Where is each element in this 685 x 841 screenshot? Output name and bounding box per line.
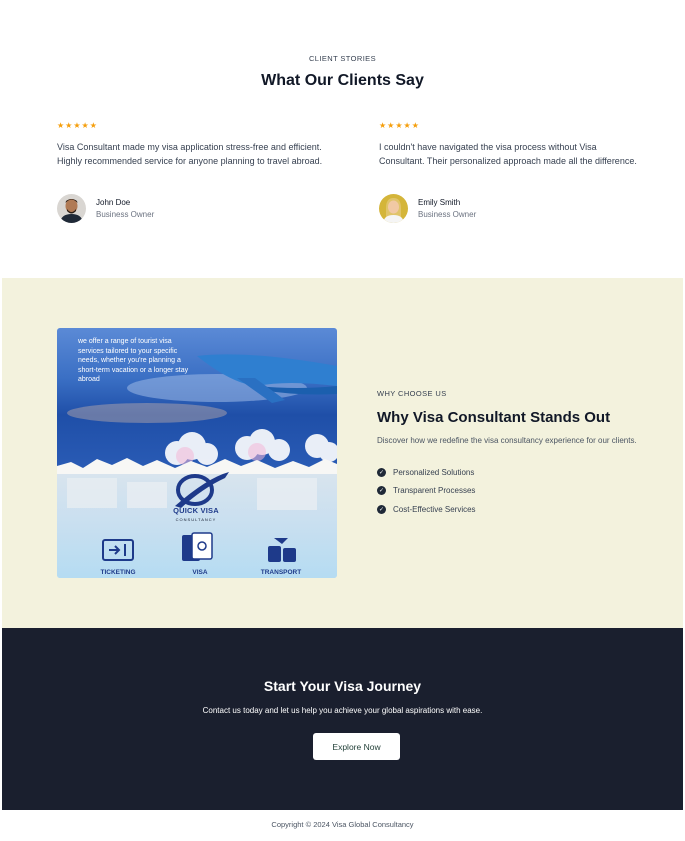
footer-copyright: Copyright © 2024 Visa Global Consultancy	[271, 820, 414, 829]
feature-item: ✓ Cost-Effective Services	[377, 500, 476, 519]
feature-list: ✓ Personalized Solutions ✓ Transparent P…	[377, 463, 476, 519]
promo-text: we offer a range of tourist visa service…	[78, 338, 189, 383]
why-description: Discover how we redefine the visa consul…	[377, 436, 637, 445]
feature-item: ✓ Personalized Solutions	[377, 463, 476, 482]
author-name: Emily Smith	[418, 197, 461, 207]
service-label-visa: VISA	[192, 569, 208, 576]
star-rating: ★★★★★	[379, 121, 420, 130]
cta-description: Contact us today and let us help you ach…	[202, 706, 483, 715]
why-eyebrow: WHY CHOOSE US	[377, 389, 447, 398]
testimonial-card: ★★★★★ Visa Consultant made my visa appli…	[57, 120, 337, 223]
testimonial-quote: I couldn't have navigated the visa proce…	[379, 142, 637, 166]
why-title: Why Visa Consultant Stands Out	[377, 409, 611, 426]
feature-label: Cost-Effective Services	[393, 504, 476, 514]
cta-title: Start Your Visa Journey	[263, 678, 422, 694]
promo-brand: QUICK VISA	[173, 506, 219, 515]
feature-label: Transparent Processes	[393, 486, 476, 496]
promo-brand-sub: CONSULTANCY	[175, 517, 217, 522]
check-circle-icon: ✓	[377, 504, 386, 514]
author-name: John Doe	[96, 197, 131, 207]
why-choose-us-section: we offer a range of tourist visa service…	[2, 278, 683, 628]
feature-label: Personalized Solutions	[393, 467, 475, 477]
testimonial-quote: Visa Consultant made my visa application…	[57, 142, 323, 166]
avatar	[379, 194, 408, 223]
service-label-ticketing: TICKETING	[100, 569, 136, 576]
avatar	[57, 194, 86, 223]
promo-image: we offer a range of tourist visa service…	[57, 328, 337, 578]
cta-section: Start Your Visa Journey Contact us today…	[2, 628, 683, 810]
testimonials-title: What Our Clients Say	[261, 72, 424, 89]
testimonials-eyebrow: CLIENT STORIES	[308, 54, 376, 63]
check-circle-icon: ✓	[377, 467, 386, 477]
author-role: Business Owner	[418, 209, 477, 219]
testimonial-author: Emily Smith Business Owner	[379, 194, 476, 223]
testimonial-author: John Doe Business Owner	[57, 194, 154, 223]
author-role: Business Owner	[96, 209, 155, 219]
star-rating: ★★★★★	[57, 121, 98, 130]
testimonial-card: ★★★★★ I couldn't have navigated the visa…	[379, 120, 639, 223]
testimonials-section: CLIENT STORIES What Our Clients Say ★★★★…	[0, 0, 685, 278]
check-circle-icon: ✓	[377, 486, 386, 496]
service-label-transport: TRANSPORT	[260, 569, 302, 576]
feature-item: ✓ Transparent Processes	[377, 482, 476, 501]
explore-now-button[interactable]: Explore Now	[313, 733, 400, 760]
